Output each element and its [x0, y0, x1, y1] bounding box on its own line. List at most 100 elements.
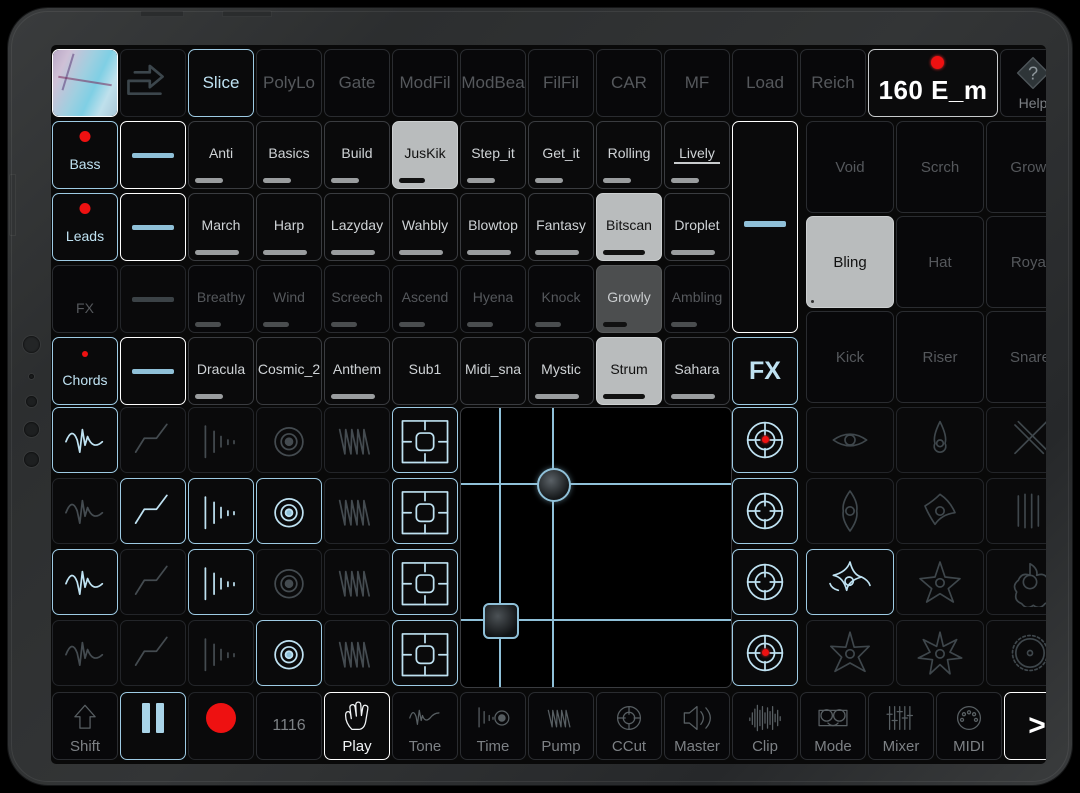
shuriken-flame-wheel[interactable]	[986, 549, 1046, 615]
pad-growl[interactable]: Growl	[986, 121, 1046, 213]
bottom-clip-button[interactable]: Clip	[732, 692, 798, 760]
shuriken-four-claw[interactable]	[986, 478, 1046, 544]
clip-anti[interactable]: Anti	[188, 121, 254, 189]
hardware-button-top-1[interactable]	[140, 10, 184, 17]
scene-button-reich[interactable]: Reich	[800, 49, 866, 117]
clip-basics[interactable]: Basics	[256, 121, 322, 189]
track-header-chords[interactable]: Chords	[52, 337, 118, 405]
macro-quad-pad-1[interactable]	[392, 407, 458, 473]
macro-decay-bars-2[interactable]	[188, 478, 254, 544]
pad-hat[interactable]: Hat	[896, 216, 984, 308]
macro-saw-wave-2[interactable]	[324, 478, 390, 544]
macro-tone-wave-2[interactable]	[52, 478, 118, 544]
clip-breathy[interactable]: Breathy	[188, 265, 254, 333]
clip-fantasy[interactable]: Fantasy	[528, 193, 594, 261]
clip-midi-sna[interactable]: Midi_sna	[460, 337, 526, 405]
macro-decay-bars-4[interactable]	[188, 620, 254, 686]
clip-sub1[interactable]: Sub1	[392, 337, 458, 405]
clip-cosmic-2[interactable]: Cosmic_2	[256, 337, 322, 405]
bottom-time-button[interactable]: Time	[460, 692, 526, 760]
pad-snare[interactable]: Snare	[986, 311, 1046, 403]
clip-growly[interactable]: Growly	[596, 265, 662, 333]
shuriken-six-point-star[interactable]	[896, 620, 984, 686]
bottom-record-button[interactable]	[188, 692, 254, 760]
track-level-fx[interactable]	[120, 265, 186, 333]
bottom-ccut-button[interactable]: CCut	[596, 692, 662, 760]
shuriken-five-blade-star[interactable]	[806, 620, 894, 686]
track-level-bass[interactable]	[120, 121, 186, 189]
scene-button-filfil[interactable]: FilFil	[528, 49, 594, 117]
clip-hyena[interactable]: Hyena	[460, 265, 526, 333]
scene-button-polylo[interactable]: PolyLo	[256, 49, 322, 117]
macro-saw-wave-1[interactable]	[324, 407, 390, 473]
pad-scrch[interactable]: Scrch	[896, 121, 984, 213]
clip-lively[interactable]: Lively	[664, 121, 730, 189]
clip-harp[interactable]: Harp	[256, 193, 322, 261]
shuriken-saw-blade[interactable]	[986, 620, 1046, 686]
clip-screech[interactable]: Screech	[324, 265, 390, 333]
clip-ascend[interactable]: Ascend	[392, 265, 458, 333]
scene-button-slice[interactable]: Slice	[188, 49, 254, 117]
scene-button-car[interactable]: CAR	[596, 49, 662, 117]
scene-button-gate[interactable]: Gate	[324, 49, 390, 117]
clip-dracula[interactable]: Dracula	[188, 337, 254, 405]
pad-royal[interactable]: Royal	[986, 216, 1046, 308]
shuriken-four-point-shuriken[interactable]	[806, 549, 894, 615]
scene-button-load[interactable]: Load	[732, 49, 798, 117]
macro-target-circles-3[interactable]	[256, 549, 322, 615]
bottom-tone-button[interactable]: Tone	[392, 692, 458, 760]
loop-arrow-button[interactable]	[120, 49, 186, 117]
shuriken-three-point-star[interactable]	[896, 478, 984, 544]
hardware-volume-button[interactable]	[9, 174, 16, 236]
loop-dial-3[interactable]	[732, 549, 798, 615]
clip-lazyday[interactable]: Lazyday	[324, 193, 390, 261]
pad-riser[interactable]: Riser	[896, 311, 984, 403]
bottom-1116-button[interactable]: 1116	[256, 692, 322, 760]
loop-dial-1[interactable]	[732, 407, 798, 473]
clip-anthem[interactable]: Anthem	[324, 337, 390, 405]
fx-button[interactable]: FX	[732, 337, 798, 405]
clip-rolling[interactable]: Rolling	[596, 121, 662, 189]
bottom-pump-button[interactable]: Pump	[528, 692, 594, 760]
bottom-mixer-button[interactable]: Mixer	[868, 692, 934, 760]
clip-bitscan[interactable]: Bitscan	[596, 193, 662, 261]
bottom-pause-button[interactable]	[120, 692, 186, 760]
macro-decay-bars-3[interactable]	[188, 549, 254, 615]
macro-filter-envelope-1[interactable]	[120, 407, 186, 473]
macro-quad-pad-2[interactable]	[392, 478, 458, 544]
pad-bling[interactable]: Bling	[806, 216, 894, 308]
bottom-play-button[interactable]: Play	[324, 692, 390, 760]
clip-strum[interactable]: Strum	[596, 337, 662, 405]
xy-square-handle[interactable]	[482, 602, 519, 639]
xy-performance-pad[interactable]	[460, 407, 732, 688]
clip-build[interactable]: Build	[324, 121, 390, 189]
clip-step-it[interactable]: Step_it	[460, 121, 526, 189]
macro-tone-wave-4[interactable]	[52, 620, 118, 686]
shuriken-eye[interactable]	[806, 407, 894, 473]
macro-target-circles-1[interactable]	[256, 407, 322, 473]
shuriken-teardrop-star[interactable]	[896, 407, 984, 473]
bottom-mode-button[interactable]: Mode	[800, 692, 866, 760]
pad-void[interactable]: Void	[806, 121, 894, 213]
xy-round-handle[interactable]	[537, 467, 572, 502]
pad-kick[interactable]: Kick	[806, 311, 894, 403]
shuriken-crossed-swords[interactable]	[986, 407, 1046, 473]
master-fader[interactable]	[732, 121, 798, 333]
clip-wahbly[interactable]: Wahbly	[392, 193, 458, 261]
hardware-button-top-2[interactable]	[222, 10, 272, 17]
clip-march[interactable]: March	[188, 193, 254, 261]
track-header-leads[interactable]: Leads	[52, 193, 118, 261]
master-fader-handle[interactable]	[744, 220, 786, 227]
macro-saw-wave-3[interactable]	[324, 549, 390, 615]
clip-get-it[interactable]: Get_it	[528, 121, 594, 189]
clip-sahara[interactable]: Sahara	[664, 337, 730, 405]
bottom-shift-button[interactable]: Shift	[52, 692, 118, 760]
clip-blowtop[interactable]: Blowtop	[460, 193, 526, 261]
shuriken-leaf-star[interactable]	[806, 478, 894, 544]
macro-decay-bars-1[interactable]	[188, 407, 254, 473]
macro-target-circles-4[interactable]	[256, 620, 322, 686]
scene-button-modbea[interactable]: ModBea	[460, 49, 526, 117]
scene-button-modfil[interactable]: ModFil	[392, 49, 458, 117]
track-level-leads[interactable]	[120, 193, 186, 261]
project-thumbnail-tile[interactable]	[52, 49, 118, 117]
